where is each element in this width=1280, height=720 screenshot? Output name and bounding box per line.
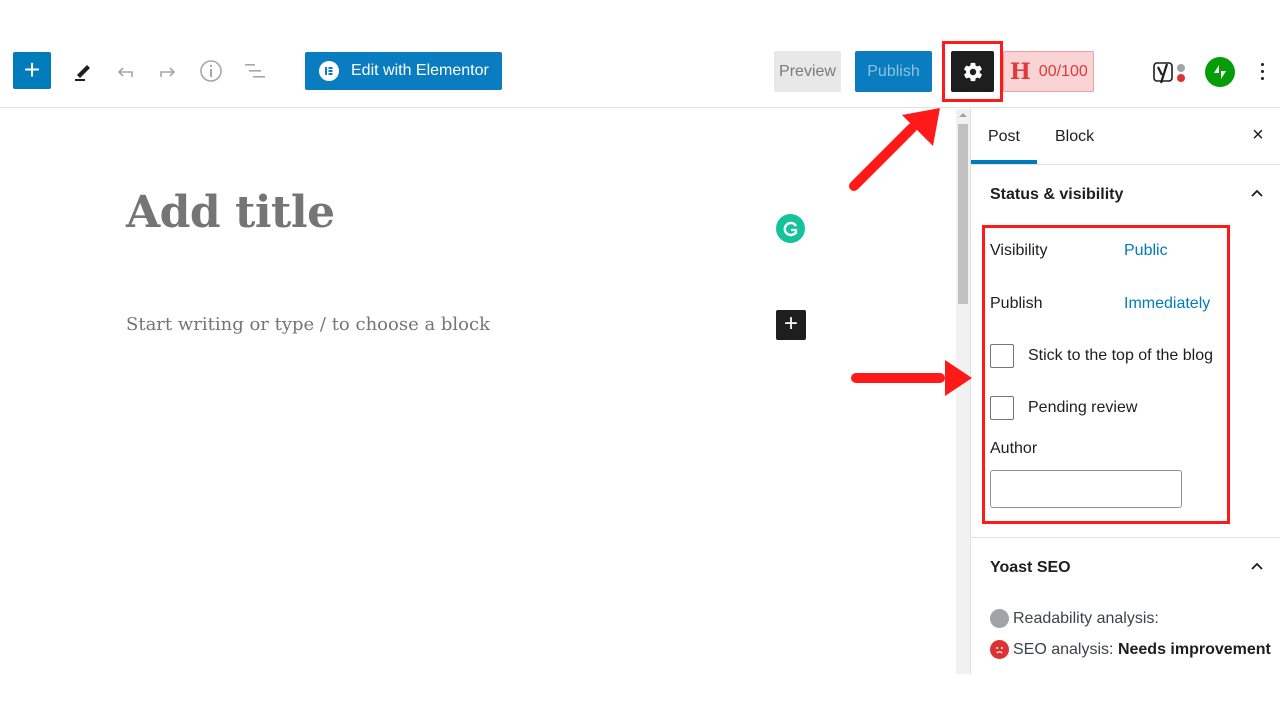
- block-inserter-button[interactable]: +: [13, 52, 51, 89]
- edit-with-elementor-label: Edit with Elementor: [351, 62, 489, 79]
- chevron-up-icon[interactable]: [1251, 561, 1263, 573]
- edit-with-elementor-button[interactable]: Edit with Elementor: [305, 52, 502, 90]
- scrollbar-thumb[interactable]: [958, 124, 968, 304]
- yoast-icon[interactable]: [1152, 59, 1190, 85]
- elementor-logo-icon: [319, 61, 339, 81]
- tabs-divider: [971, 164, 1280, 165]
- readability-analysis-row: Readability analysis:: [990, 609, 1159, 628]
- jetpack-icon[interactable]: [1205, 57, 1235, 87]
- scroll-up-arrow-icon[interactable]: [959, 113, 967, 117]
- redo-icon[interactable]: [155, 58, 181, 84]
- list-view-icon[interactable]: [242, 58, 268, 84]
- panel-divider: [971, 537, 1280, 538]
- tab-post[interactable]: Post: [971, 109, 1037, 164]
- block-placeholder[interactable]: Start writing or type / to choose a bloc…: [126, 314, 490, 335]
- status-visibility-panel-toggle[interactable]: Status & visibility: [990, 186, 1123, 204]
- headline-score-button[interactable]: H 00/100: [1003, 51, 1094, 92]
- settings-annotation-box: [942, 41, 1003, 102]
- undo-icon[interactable]: [112, 58, 138, 84]
- editor-canvas: Add title Start writing or type / to cho…: [0, 109, 956, 720]
- headline-analyzer-icon: H: [1010, 58, 1031, 85]
- close-sidebar-button[interactable]: ×: [1248, 125, 1268, 145]
- headline-score-value: 00/100: [1038, 62, 1088, 80]
- add-block-button[interactable]: +: [776, 310, 806, 340]
- grammarly-icon[interactable]: [776, 214, 805, 243]
- status-visibility-annotation-box: [982, 225, 1230, 524]
- readability-status-icon: [990, 609, 1009, 628]
- seo-analysis-label: SEO analysis:: [1013, 640, 1118, 658]
- seo-analysis-value: Needs improvement: [1117, 640, 1271, 658]
- info-icon[interactable]: [198, 58, 224, 84]
- chevron-up-icon[interactable]: [1251, 188, 1263, 200]
- post-title-input[interactable]: Add title: [126, 187, 335, 238]
- seo-analysis-row: SEO analysis: Needs improvement: [990, 640, 1271, 659]
- editor-scrollbar[interactable]: [956, 109, 970, 674]
- publish-button[interactable]: Publish: [855, 51, 932, 92]
- more-options-icon[interactable]: [1252, 58, 1272, 84]
- preview-button[interactable]: Preview: [774, 51, 841, 92]
- pencil-icon[interactable]: [70, 58, 96, 84]
- editor-toolbar: + Edit with Elementor Preview Publish H …: [0, 40, 1280, 108]
- sad-face-icon: [990, 640, 1009, 659]
- yoast-seo-panel-toggle[interactable]: Yoast SEO: [990, 559, 1071, 577]
- readability-label: Readability analysis:: [1013, 609, 1159, 627]
- tab-block[interactable]: Block: [1055, 109, 1094, 164]
